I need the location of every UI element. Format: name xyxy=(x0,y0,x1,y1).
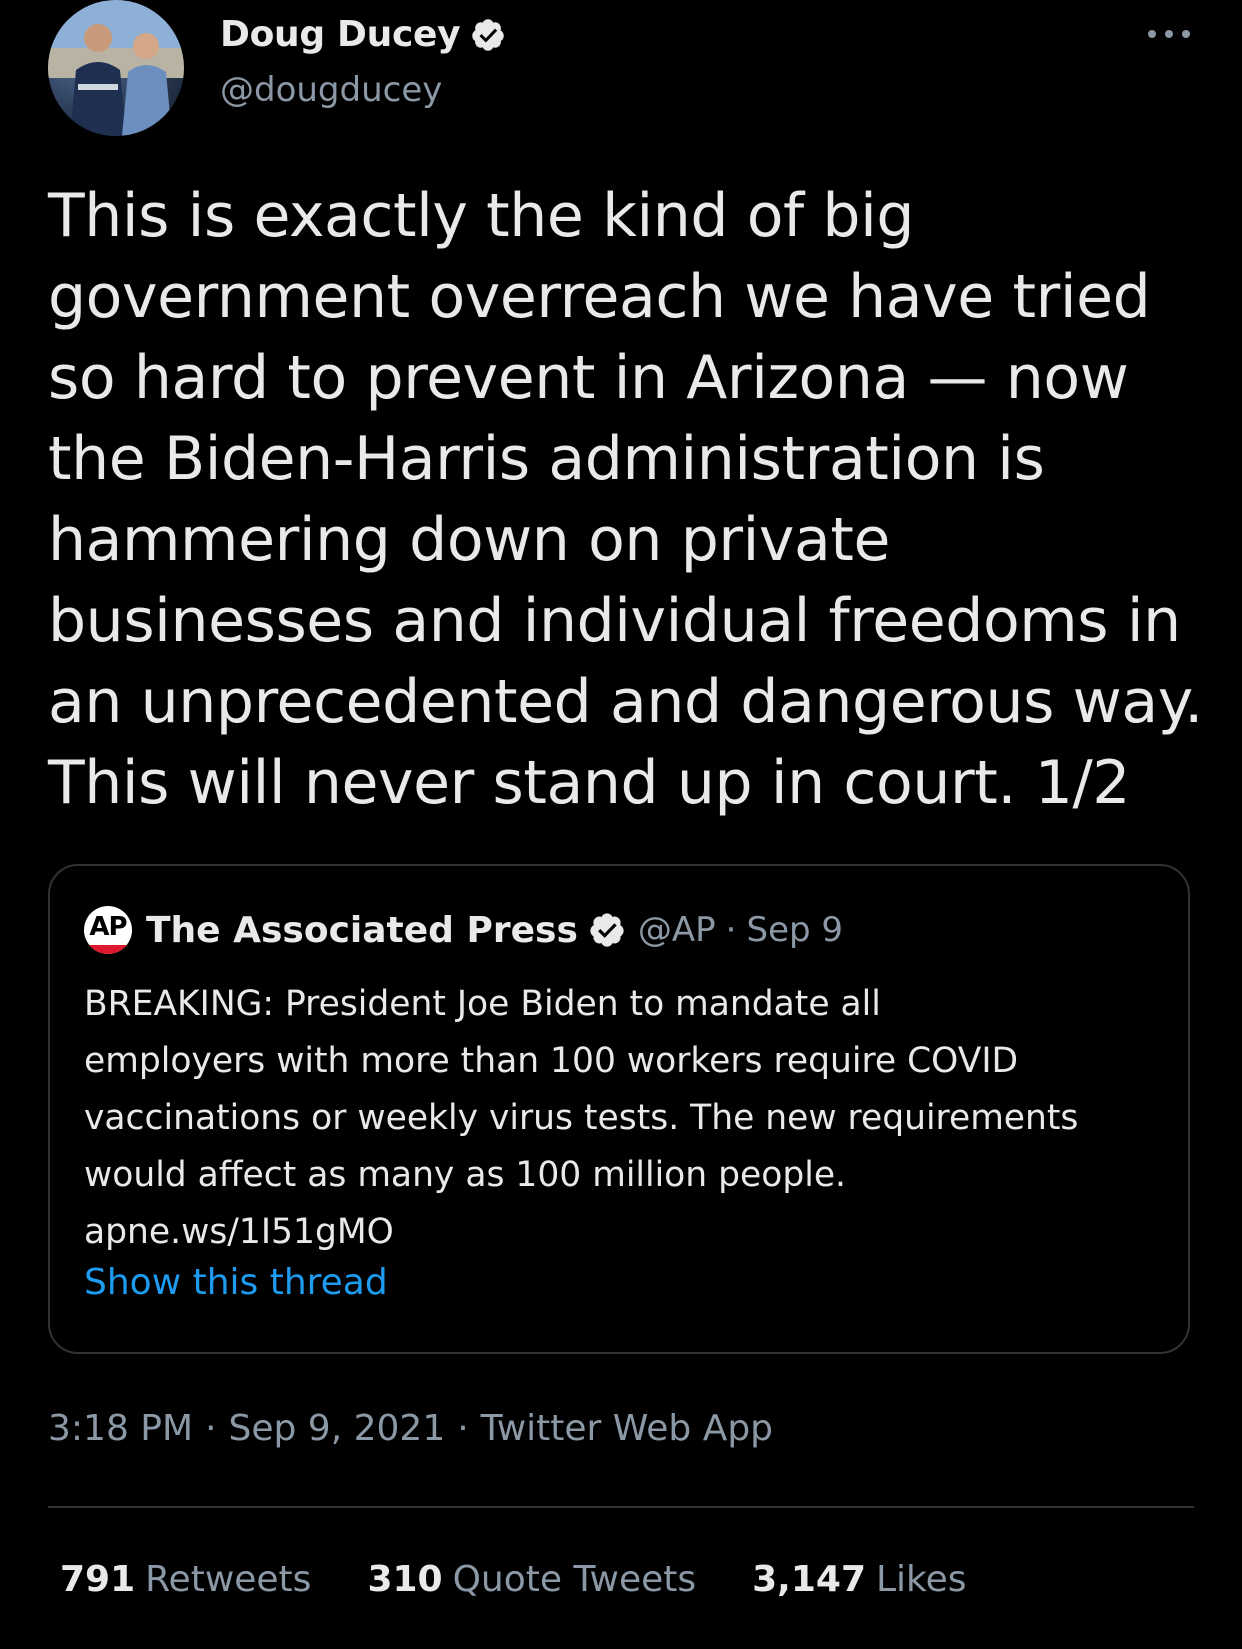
quote-tweets-count: 310 xyxy=(367,1559,443,1600)
likes-count: 3,147 xyxy=(752,1559,866,1600)
quoted-handle: @AP xyxy=(637,910,716,950)
quote-tweets-label: Quote Tweets xyxy=(452,1559,697,1600)
divider xyxy=(48,1506,1194,1508)
quoted-tweet-text: BREAKING: President Joe Biden to mandate… xyxy=(84,984,1079,1252)
author-display-name[interactable]: Doug Ducey xyxy=(220,14,461,55)
quoted-tweet-header: AP The Associated Press @AP · Sep 9 xyxy=(84,906,843,954)
retweets-label: Retweets xyxy=(145,1559,312,1600)
likes-label: Likes xyxy=(876,1559,967,1600)
avatar[interactable] xyxy=(48,0,184,136)
separator-dot: · xyxy=(457,1408,469,1449)
tweet-meta: 3:18 PM · Sep 9, 2021 · Twitter Web App xyxy=(48,1408,773,1449)
verified-badge-icon xyxy=(590,913,624,947)
engagement-stats: 791 Retweets 310 Quote Tweets 3,147 Likes xyxy=(60,1559,1023,1600)
ap-logo-text: AP xyxy=(89,912,127,942)
ap-logo-red-bar xyxy=(84,945,132,954)
quoted-display-name: The Associated Press xyxy=(146,909,578,951)
likes-stat[interactable]: 3,147 Likes xyxy=(752,1559,966,1600)
tweet-time[interactable]: 3:18 PM xyxy=(48,1408,193,1449)
separator-dot: · xyxy=(205,1408,217,1449)
quoted-tweet-card[interactable]: AP The Associated Press @AP · Sep 9 BREA… xyxy=(48,864,1190,1354)
quote-tweets-stat[interactable]: 310 Quote Tweets xyxy=(367,1559,696,1600)
tweet-client: Twitter Web App xyxy=(480,1408,774,1449)
retweets-stat[interactable]: 791 Retweets xyxy=(60,1559,311,1600)
show-thread-link[interactable]: Show this thread xyxy=(84,1262,388,1303)
verified-badge-icon xyxy=(472,18,505,51)
separator-dot: · xyxy=(725,910,737,950)
author-handle[interactable]: @dougducey xyxy=(220,70,442,110)
author-name-row[interactable]: Doug Ducey xyxy=(220,14,506,55)
retweets-count: 791 xyxy=(60,1559,136,1600)
tweet-date[interactable]: Sep 9, 2021 xyxy=(229,1408,446,1449)
more-options-icon[interactable] xyxy=(1144,22,1194,46)
tweet-text: This is exactly the kind of big governme… xyxy=(48,181,1203,818)
quoted-date: Sep 9 xyxy=(746,910,844,950)
ap-logo-icon: AP xyxy=(84,906,132,954)
